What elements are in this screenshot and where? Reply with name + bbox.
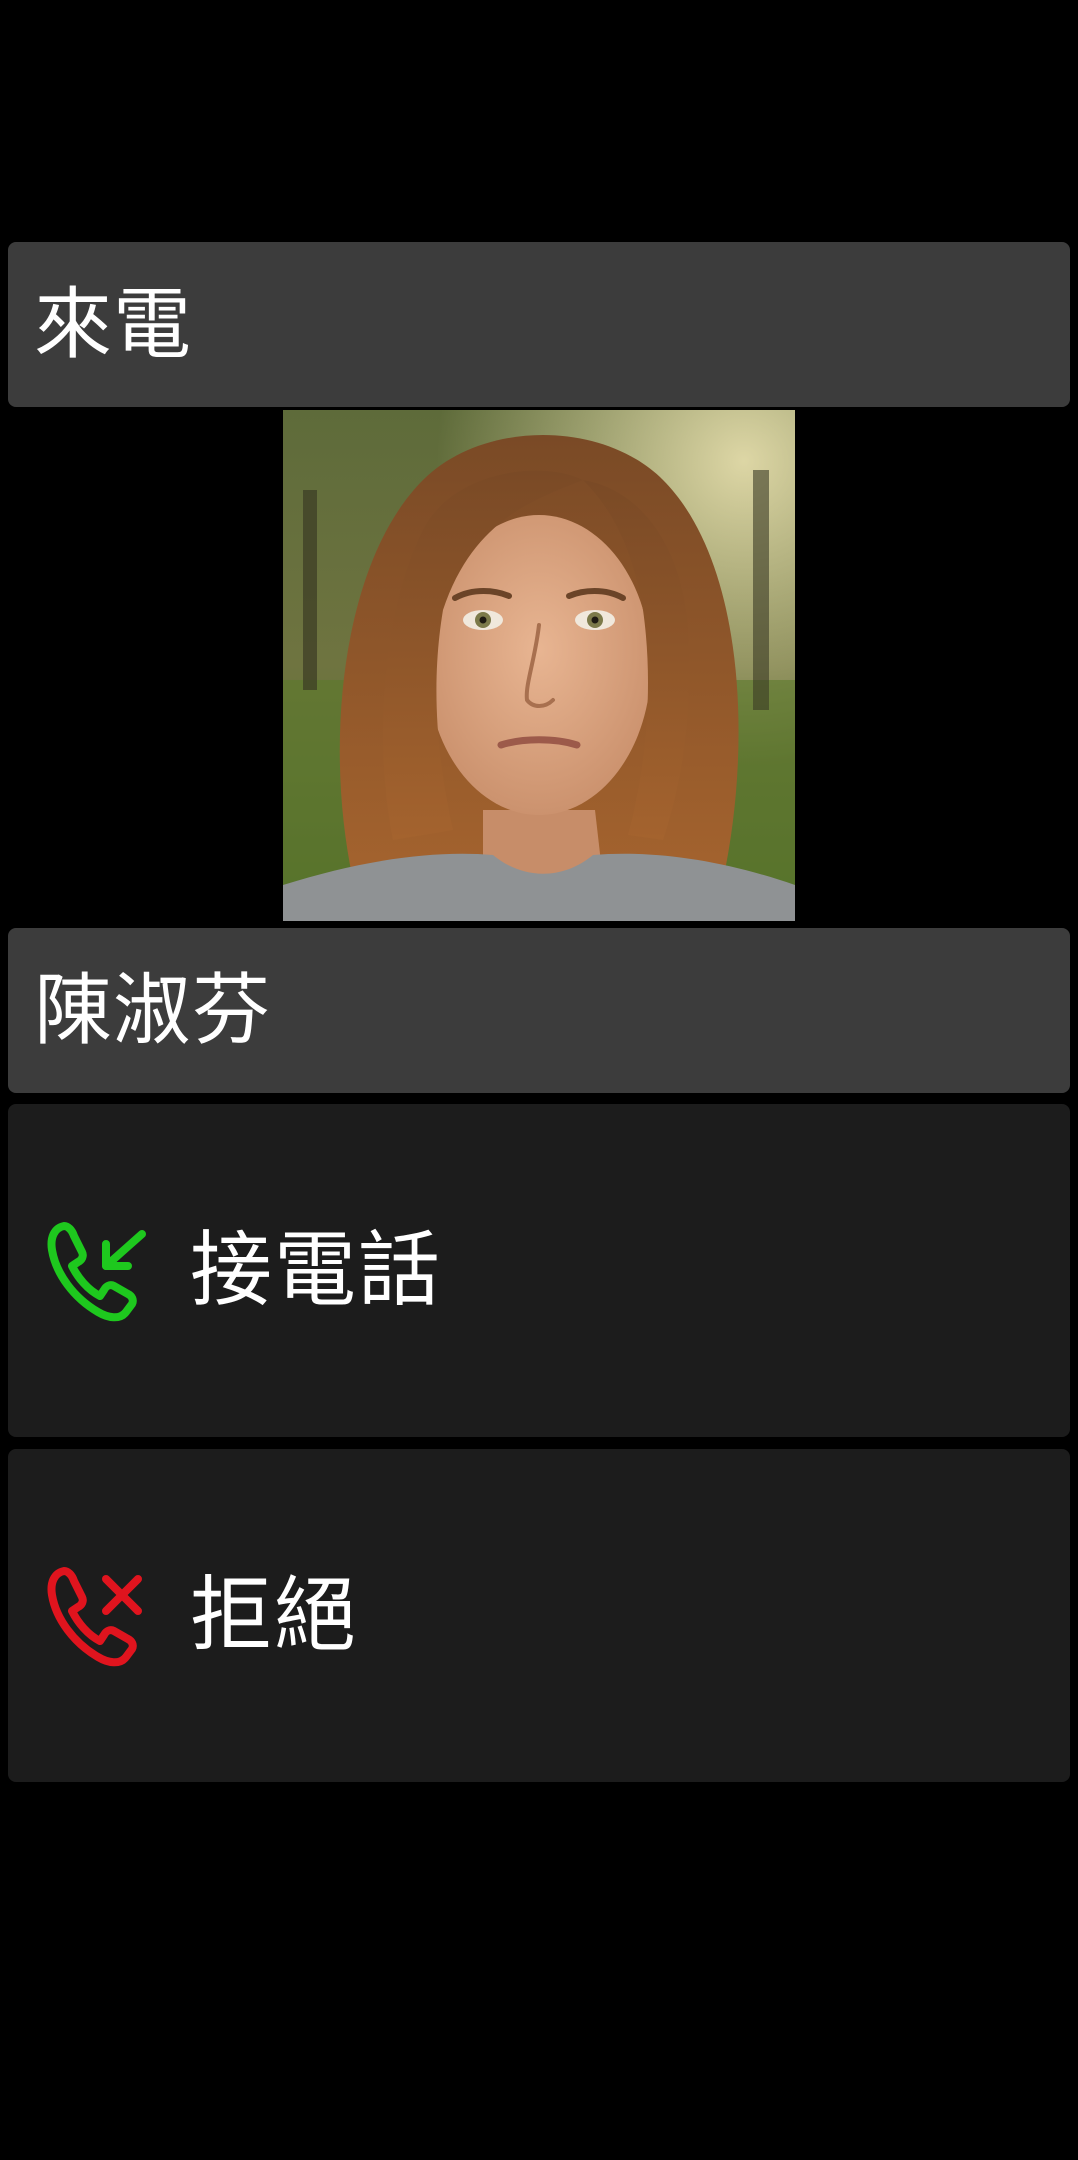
header-title: 來電 — [34, 279, 193, 370]
caller-name-bar: 陳淑芬 — [8, 928, 1070, 1093]
phone-incoming-icon — [44, 1216, 154, 1326]
decline-call-label: 拒絕 — [190, 1567, 359, 1663]
answer-call-label: 接電話 — [190, 1222, 443, 1318]
decline-call-button[interactable]: 拒絕 — [8, 1449, 1070, 1782]
incoming-call-header: 來電 — [8, 242, 1070, 407]
answer-call-button[interactable]: 接電話 — [8, 1104, 1070, 1437]
caller-photo — [283, 410, 795, 921]
phone-decline-icon — [44, 1561, 154, 1671]
caller-name: 陳淑芬 — [34, 965, 272, 1056]
